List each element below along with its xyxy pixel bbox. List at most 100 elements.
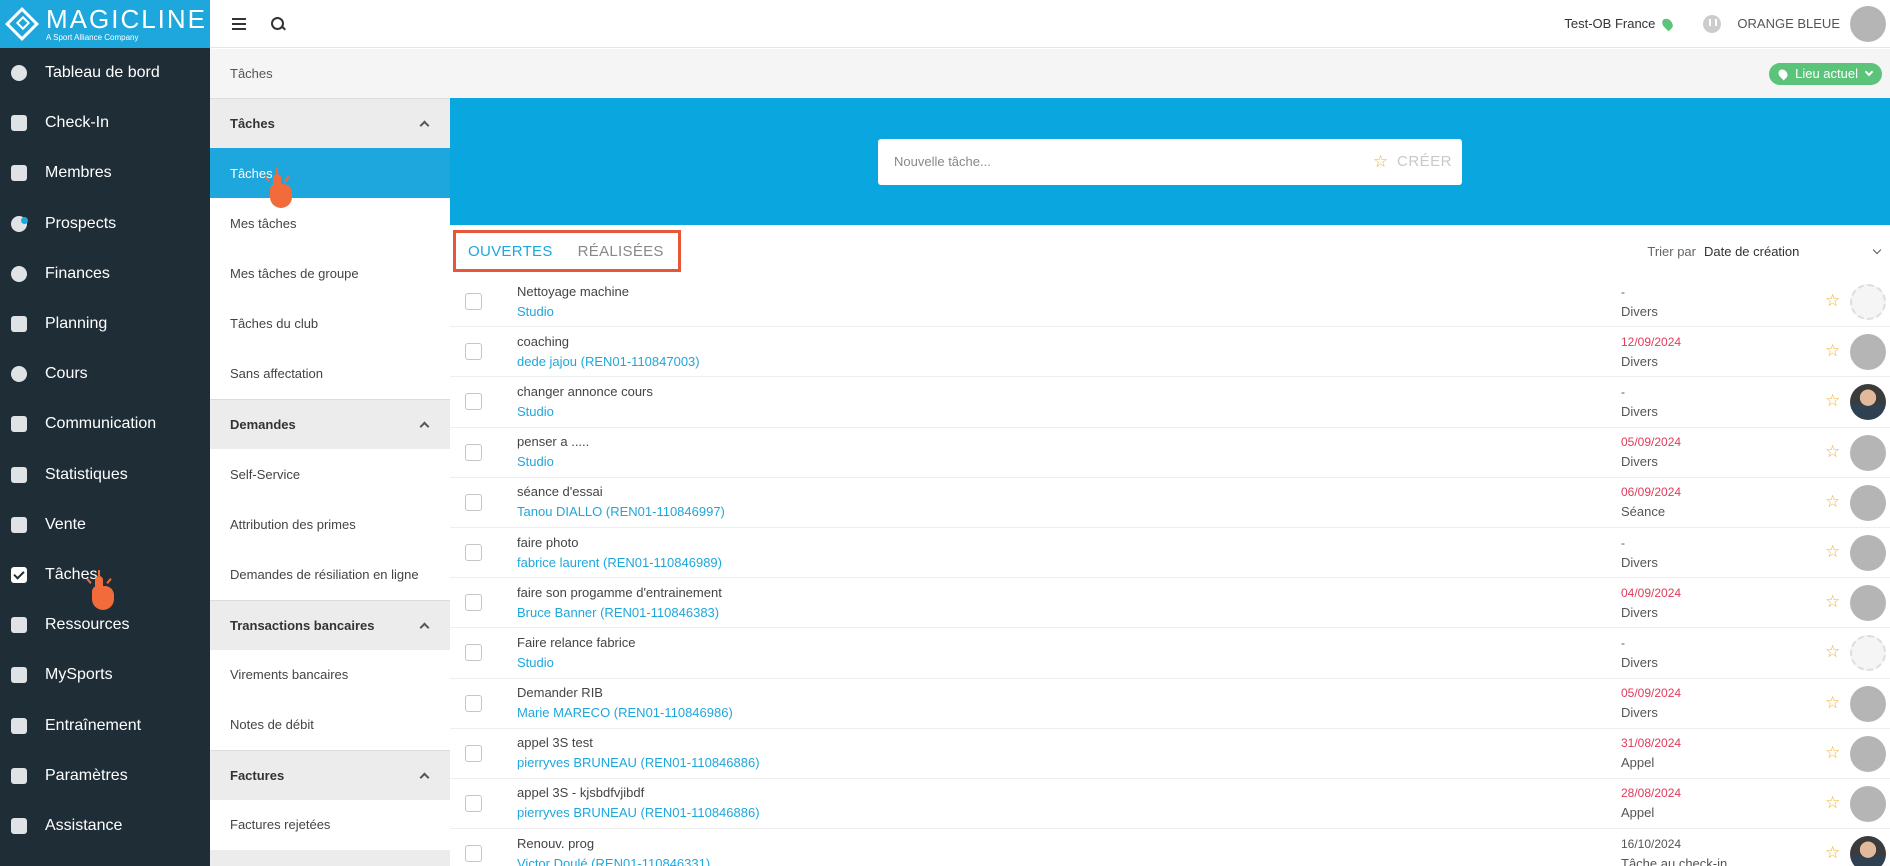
task-assignee-link[interactable]: pierryves BRUNEAU (REN01-110846886) xyxy=(517,803,760,823)
star-icon[interactable]: ☆ xyxy=(1825,342,1841,359)
star-icon[interactable]: ☆ xyxy=(1825,443,1841,460)
star-icon[interactable]: ☆ xyxy=(1825,744,1841,761)
assignee-avatar[interactable] xyxy=(1850,484,1886,521)
star-icon[interactable]: ☆ xyxy=(1825,643,1841,660)
user-avatar[interactable] xyxy=(1850,5,1886,42)
assignee-avatar[interactable] xyxy=(1850,785,1886,822)
submenu-group-transactions-bancaires[interactable]: Transactions bancaires xyxy=(210,599,450,650)
submenu-item-mes-taches[interactable]: Mes tâches xyxy=(210,198,450,249)
tab-open[interactable]: OUVERTES xyxy=(468,243,553,260)
task-title[interactable]: faire son progamme d'entrainement xyxy=(517,583,722,603)
submenu-item-factures-rejetees[interactable]: Factures rejetées xyxy=(210,799,450,851)
star-icon[interactable]: ☆ xyxy=(1825,593,1841,610)
task-row[interactable]: changer annonce cours Studio - Divers ☆ xyxy=(450,377,1890,428)
star-icon[interactable]: ☆ xyxy=(1373,153,1389,170)
sort-control[interactable]: Trier par Date de création xyxy=(1647,244,1882,259)
task-checkbox[interactable] xyxy=(465,293,482,311)
task-assignee-link[interactable]: Studio xyxy=(517,452,589,472)
sidebar-item-prospects[interactable]: Prospects xyxy=(0,199,210,249)
new-task-input[interactable] xyxy=(894,154,1373,169)
star-icon[interactable]: ☆ xyxy=(1825,493,1841,510)
organization-name[interactable]: ORANGE BLEUE xyxy=(1737,16,1840,31)
assignee-avatar[interactable] xyxy=(1850,685,1886,722)
submenu-item-taches-du-club[interactable]: Tâches du club xyxy=(210,298,450,349)
task-checkbox[interactable] xyxy=(465,845,482,863)
task-title[interactable]: séance d'essai xyxy=(517,482,725,502)
sort-select[interactable]: Date de création xyxy=(1704,244,1874,259)
star-icon[interactable]: ☆ xyxy=(1825,392,1841,409)
assignee-avatar[interactable] xyxy=(1850,735,1886,772)
submenu-item-notes-de-debit[interactable]: Notes de débit xyxy=(210,699,450,750)
task-title[interactable]: Demander RIB xyxy=(517,683,733,703)
menu-toggle-icon[interactable] xyxy=(232,17,246,30)
task-assignee-link[interactable]: fabrice laurent (REN01-110846989) xyxy=(517,553,722,573)
task-title[interactable]: Renouv. prog xyxy=(517,834,710,854)
task-row[interactable]: Nettoyage machine Studio - Divers ☆ xyxy=(450,277,1890,328)
submenu-item-demandes-de-resiliation-en-ligne[interactable]: Demandes de résiliation en ligne xyxy=(210,549,450,600)
submenu-item-mes-taches-de-groupe[interactable]: Mes tâches de groupe xyxy=(210,248,450,299)
task-checkbox[interactable] xyxy=(465,343,482,361)
task-row[interactable]: faire son progamme d'entrainement Bruce B… xyxy=(450,578,1890,629)
task-assignee-link[interactable]: Bruce Banner (REN01-110846383) xyxy=(517,603,722,623)
sidebar-item-mysports[interactable]: MySports xyxy=(0,650,210,700)
assignee-avatar[interactable] xyxy=(1850,334,1886,371)
location-name[interactable]: Test-OB France xyxy=(1564,16,1655,31)
task-checkbox[interactable] xyxy=(465,393,482,411)
task-title[interactable]: coaching xyxy=(517,332,700,352)
task-checkbox[interactable] xyxy=(465,594,482,612)
assignee-avatar[interactable] xyxy=(1850,384,1886,421)
task-checkbox[interactable] xyxy=(465,443,482,461)
task-row[interactable]: Faire relance fabrice Studio - Divers ☆ xyxy=(450,628,1890,679)
task-row[interactable]: penser a ..... Studio 05/09/2024 Divers ☆ xyxy=(450,428,1890,478)
task-row[interactable]: séance d'essai Tanou DIALLO (REN01-110846… xyxy=(450,478,1890,528)
task-checkbox[interactable] xyxy=(465,694,482,712)
task-title[interactable]: faire photo xyxy=(517,533,722,553)
assignee-avatar[interactable] xyxy=(1850,836,1886,866)
sidebar-item-membres[interactable]: Membres xyxy=(0,148,210,198)
submenu-item-virements-bancaires[interactable]: Virements bancaires xyxy=(210,649,450,700)
sidebar-item-communication[interactable]: Communication xyxy=(0,399,210,449)
task-row[interactable]: Renouv. prog Victor Doulé (REN01-11084633… xyxy=(450,829,1890,866)
sidebar-item-cours[interactable]: Cours xyxy=(0,349,210,399)
task-title[interactable]: penser a ..... xyxy=(517,432,589,452)
search-icon[interactable] xyxy=(271,16,285,31)
star-icon[interactable]: ☆ xyxy=(1825,694,1841,711)
assignee-avatar[interactable] xyxy=(1850,585,1886,622)
task-title[interactable]: changer annonce cours xyxy=(517,382,653,402)
task-assignee-link[interactable]: dede jajou (REN01-110847003) xyxy=(517,352,700,372)
task-assignee-link[interactable]: Studio xyxy=(517,402,653,422)
brand-logo[interactable]: MAGICLINE A Sport Alliance Company xyxy=(0,0,210,48)
star-icon[interactable]: ☆ xyxy=(1825,292,1841,309)
submenu-item-sans-affectation[interactable]: Sans affectation xyxy=(210,348,450,399)
sidebar-item-assistance[interactable]: Assistance xyxy=(0,801,210,851)
sidebar-item-finances[interactable]: Finances xyxy=(0,249,210,299)
task-assignee-link[interactable]: pierryves BRUNEAU (REN01-110846886) xyxy=(517,753,760,773)
assignee-avatar[interactable] xyxy=(1850,284,1886,320)
task-title[interactable]: Nettoyage machine xyxy=(517,282,629,302)
task-row[interactable]: appel 3S - kjsbdfvjibdf pierryves BRUNEAU… xyxy=(450,779,1890,830)
current-location-button[interactable]: Lieu actuel xyxy=(1769,62,1882,85)
task-title[interactable]: appel 3S - kjsbdfvjibdf xyxy=(517,783,760,803)
create-task-button[interactable]: CRÉER xyxy=(1397,153,1452,170)
task-row[interactable]: appel 3S test pierryves BRUNEAU (REN01-11… xyxy=(450,729,1890,779)
tab-done[interactable]: RÉALISÉES xyxy=(578,243,664,260)
task-row[interactable]: faire photo fabrice laurent (REN01-110846… xyxy=(450,528,1890,579)
sidebar-item-check-in[interactable]: Check-In xyxy=(0,98,210,148)
task-assignee-link[interactable]: Tanou DIALLO (REN01-110846997) xyxy=(517,502,725,522)
star-icon[interactable]: ☆ xyxy=(1825,844,1841,861)
sidebar-item-tableau-de-bord[interactable]: Tableau de bord xyxy=(0,48,210,98)
sidebar-item-entrainement[interactable]: Entraînement xyxy=(0,700,210,750)
task-assignee-link[interactable]: Studio xyxy=(517,302,629,322)
task-checkbox[interactable] xyxy=(465,644,482,662)
star-icon[interactable]: ☆ xyxy=(1825,794,1841,811)
sidebar-item-parametres[interactable]: Paramètres xyxy=(0,751,210,801)
task-checkbox[interactable] xyxy=(465,744,482,762)
task-assignee-link[interactable]: Victor Doulé (REN01-110846331) xyxy=(517,854,710,866)
assignee-avatar[interactable] xyxy=(1850,635,1886,672)
task-row[interactable]: Demander RIB Marie MARECO (REN01-11084698… xyxy=(450,679,1890,729)
submenu-item-self-service[interactable]: Self-Service xyxy=(210,448,450,500)
assignee-avatar[interactable] xyxy=(1850,434,1886,471)
sidebar-item-statistiques[interactable]: Statistiques xyxy=(0,450,210,500)
task-checkbox[interactable] xyxy=(465,794,482,812)
task-assignee-link[interactable]: Marie MARECO (REN01-110846986) xyxy=(517,703,733,723)
